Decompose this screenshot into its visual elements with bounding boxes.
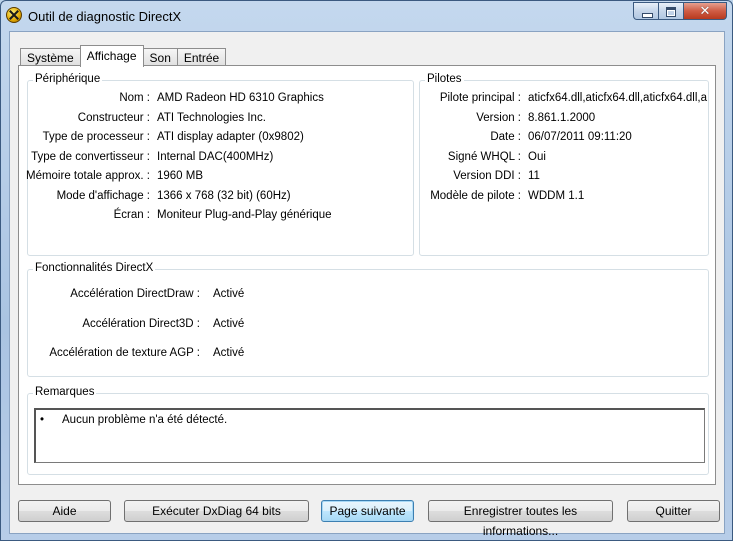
driver-label: Version DDI : xyxy=(453,170,521,182)
directx-icon xyxy=(6,7,22,23)
close-icon: ✕ xyxy=(699,3,711,18)
minimize-button[interactable] xyxy=(633,2,659,20)
device-label: Mode d'affichage : xyxy=(56,190,150,202)
driver-row-version: Version : 8.861.1.2000 xyxy=(420,112,709,128)
feature-row-direct3d: Accélération Direct3D : Activé xyxy=(28,318,708,334)
device-row-chip-type: Type de processeur : ATI display adapter… xyxy=(28,131,414,147)
close-button[interactable]: ✕ xyxy=(684,2,727,20)
device-group-title: Périphérique xyxy=(33,73,103,85)
tab-entree[interactable]: Entrée xyxy=(176,48,227,66)
driver-label: Date : xyxy=(490,131,521,143)
device-row-dac-type: Type de convertisseur : Internal DAC(400… xyxy=(28,151,414,167)
device-label: Écran : xyxy=(113,209,150,221)
drivers-group-title: Pilotes xyxy=(425,73,464,85)
driver-row-whql: Signé WHQL : Oui xyxy=(420,151,709,167)
driver-value: aticfx64.dll,aticfx64.dll,aticfx64.dll,a xyxy=(528,92,707,104)
feature-value: Activé xyxy=(213,347,245,359)
device-label: Nom : xyxy=(119,92,150,104)
notes-group: Remarques • Aucun problème n'a été détect… xyxy=(27,386,709,475)
save-all-info-button[interactable]: Enregistrer toutes les informations... xyxy=(428,500,613,538)
notes-textbox[interactable]: • Aucun problème n'a été détecté. xyxy=(34,408,705,463)
tab-affichage[interactable]: Affichage xyxy=(79,45,144,67)
maximize-button[interactable] xyxy=(659,2,684,20)
window-controls: ✕ xyxy=(633,2,727,21)
driver-row-main: Pilote principal : aticfx64.dll,aticfx64… xyxy=(420,92,709,108)
driver-row-ddi: Version DDI : 11 xyxy=(420,170,709,186)
drivers-group: Pilotes Pilote principal : aticfx64.dll,… xyxy=(419,73,709,256)
next-page-button[interactable]: Page suivante xyxy=(321,500,414,522)
driver-value: 11 xyxy=(528,170,540,182)
driver-row-model: Modèle de pilote : WDDM 1.1 xyxy=(420,190,709,206)
device-row-memory: Mémoire totale approx. : 1960 MB xyxy=(25,170,414,186)
dialog-client-area: Système Affichage Son Entrée Périphériqu… xyxy=(9,31,725,538)
driver-value: 8.861.1.2000 xyxy=(528,112,596,124)
device-value: ATI display adapter (0x9802) xyxy=(157,131,304,143)
notes-item-text: Aucun problème n'a été détecté. xyxy=(62,414,228,426)
features-group-title: Fonctionnalités DirectX xyxy=(33,262,156,274)
title-bar[interactable]: Outil de diagnostic DirectX ✕ xyxy=(1,1,732,31)
driver-label: Signé WHQL : xyxy=(447,151,521,163)
help-button[interactable]: Aide xyxy=(18,500,111,522)
feature-label: Accélération de texture AGP : xyxy=(49,347,200,359)
feature-label: Accélération DirectDraw : xyxy=(70,288,200,300)
device-row-display-mode: Mode d'affichage : 1366 x 768 (32 bit) (… xyxy=(28,190,414,206)
quit-button[interactable]: Quitter xyxy=(627,500,720,522)
driver-value: Oui xyxy=(528,151,546,163)
feature-row-agp: Accélération de texture AGP : Activé xyxy=(28,347,708,363)
device-value: ATI Technologies Inc. xyxy=(157,112,266,124)
device-label: Constructeur : xyxy=(77,112,150,124)
device-label: Mémoire totale approx. : xyxy=(25,170,150,182)
device-value: Moniteur Plug-and-Play générique xyxy=(157,209,332,221)
feature-value: Activé xyxy=(213,288,245,300)
run-64bit-button[interactable]: Exécuter DxDiag 64 bits xyxy=(124,500,309,522)
device-value: Internal DAC(400MHz) xyxy=(157,151,274,163)
window-title: Outil de diagnostic DirectX xyxy=(28,9,182,24)
driver-label: Pilote principal : xyxy=(439,92,521,104)
device-row-manufacturer: Constructeur : ATI Technologies Inc. xyxy=(28,112,414,128)
feature-label: Accélération Direct3D : xyxy=(82,318,200,330)
display-tab-panel: Périphérique Nom : AMD Radeon HD 6310 Gr… xyxy=(18,65,716,485)
minimize-icon xyxy=(642,13,653,18)
device-value: 1366 x 768 (32 bit) (60Hz) xyxy=(157,190,291,202)
notes-item: • Aucun problème n'a été détecté. xyxy=(40,414,227,426)
driver-value: WDDM 1.1 xyxy=(528,190,585,202)
driver-row-date: Date : 06/07/2011 09:11:20 xyxy=(420,131,709,147)
device-value: AMD Radeon HD 6310 Graphics xyxy=(157,92,324,104)
tab-son[interactable]: Son xyxy=(142,48,178,66)
device-label: Type de convertisseur : xyxy=(31,151,150,163)
dxdiag-window: Outil de diagnostic DirectX ✕ Système Af… xyxy=(0,0,733,541)
maximize-icon xyxy=(666,7,676,17)
feature-row-directdraw: Accélération DirectDraw : Activé xyxy=(28,288,708,304)
driver-label: Version : xyxy=(476,112,521,124)
notes-group-title: Remarques xyxy=(33,386,97,398)
device-value: 1960 MB xyxy=(157,170,204,182)
device-group: Périphérique Nom : AMD Radeon HD 6310 Gr… xyxy=(25,73,414,256)
directx-features-group: Fonctionnalités DirectX Accélération Dir… xyxy=(27,262,709,377)
tab-systeme[interactable]: Système xyxy=(20,48,81,66)
device-row-monitor: Écran : Moniteur Plug-and-Play générique xyxy=(28,209,414,225)
bullet-icon: • xyxy=(40,414,45,426)
device-row-name: Nom : AMD Radeon HD 6310 Graphics xyxy=(28,92,414,108)
feature-value: Activé xyxy=(213,318,245,330)
driver-label: Modèle de pilote : xyxy=(430,190,521,202)
driver-value: 06/07/2011 09:11:20 xyxy=(528,131,632,143)
device-label: Type de processeur : xyxy=(42,131,150,143)
tab-strip: Système Affichage Son Entrée xyxy=(20,44,227,67)
